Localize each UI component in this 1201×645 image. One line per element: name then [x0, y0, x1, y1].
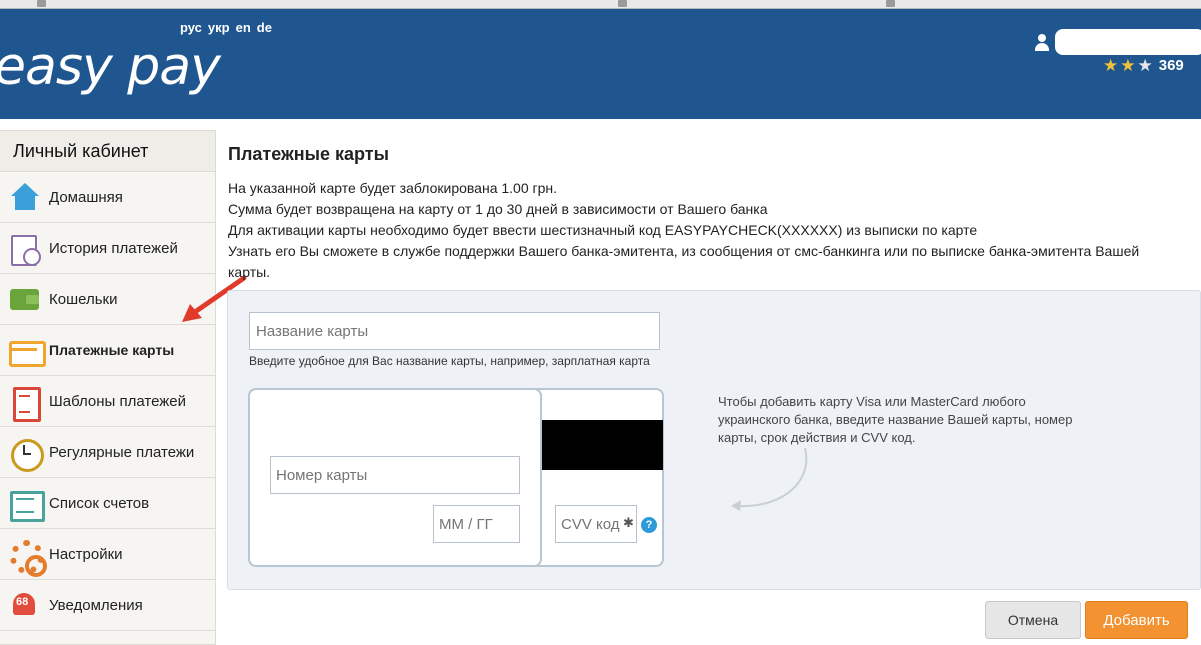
card-name-hint: Введите удобное для Вас название карты, …: [249, 354, 650, 368]
card-magnetic-stripe: [542, 420, 663, 470]
history-icon: [8, 232, 41, 266]
lang-de[interactable]: de: [257, 20, 272, 35]
templates-icon: [8, 385, 41, 422]
sidebar-item-label: Настройки: [49, 545, 123, 563]
lang-en[interactable]: en: [236, 20, 251, 35]
sidebar-item-label: Уведомления: [49, 596, 143, 614]
card-icon: [8, 334, 46, 367]
rating-value: 369: [1158, 57, 1184, 74]
easypay-logo[interactable]: easy pay: [0, 37, 221, 97]
settings-gears-icon: [8, 538, 47, 577]
page-title: Платежные карты: [228, 144, 389, 164]
cvv-asterisk-icon: ✱: [623, 515, 634, 530]
sidebar: Личный кабинет Домашняя История платежей…: [0, 130, 216, 645]
sidebar-item-accounts-list[interactable]: Список счетов: [0, 478, 215, 529]
notification-bell-icon: [8, 589, 41, 622]
sidebar-item-regular-payments[interactable]: Регулярные платежи: [0, 427, 215, 478]
sidebar-item-home[interactable]: Домашняя: [0, 172, 215, 223]
sidebar-item-label: Домашняя: [49, 188, 123, 206]
sidebar-item-templates[interactable]: Шаблоны платежей: [0, 376, 215, 427]
add-card-button[interactable]: Добавить: [1085, 601, 1188, 639]
cancel-button[interactable]: Отмена: [985, 601, 1081, 639]
help-icon[interactable]: ?: [641, 517, 657, 533]
sidebar-item-label: Список счетов: [49, 494, 150, 512]
logo-text: easy pay: [0, 37, 221, 97]
info-line: Для активации карты необходимо будет вве…: [228, 222, 978, 238]
language-switcher: рус укр en de: [180, 20, 272, 35]
site-header: easy pay рус укр en de ★ ★ ★ 369: [0, 9, 1201, 119]
card-name-input[interactable]: [249, 312, 660, 350]
alarm-clock-icon: [8, 436, 44, 472]
star-filled-icon: ★: [1103, 56, 1119, 75]
browser-tab-icon: [886, 0, 895, 7]
browser-tab-icon: [37, 0, 46, 7]
info-line: На указанной карте будет заблокирована 1…: [228, 180, 558, 196]
star-empty-icon: ★: [1137, 56, 1153, 75]
sidebar-item-label: Шаблоны платежей: [49, 392, 187, 410]
accounts-list-icon: [8, 487, 45, 522]
sidebar-item-settings[interactable]: Настройки: [0, 529, 215, 580]
user-icon: [1033, 33, 1051, 51]
lang-ru[interactable]: рус: [180, 20, 202, 35]
curved-arrow-icon: [731, 447, 808, 511]
sidebar-item-label: История платежей: [49, 239, 178, 257]
sidebar-item-label: Регулярные платежи: [49, 443, 195, 461]
star-filled-icon: ★: [1120, 56, 1136, 75]
add-card-hint: Чтобы добавить карту Visa или MasterCard…: [718, 394, 1073, 445]
sidebar-title: Личный кабинет: [0, 131, 215, 172]
info-line: Узнать его Вы сможете в службе поддержки…: [228, 243, 1140, 280]
sidebar-item-label: Кошельки: [49, 290, 118, 308]
wallet-icon: [8, 283, 41, 316]
user-rating: ★ ★ ★ 369: [1103, 57, 1184, 74]
sidebar-item-payment-history[interactable]: История платежей: [0, 223, 215, 274]
user-account[interactable]: [1033, 29, 1201, 55]
card-number-input[interactable]: [270, 456, 520, 494]
info-line: Сумма будет возвращена на карту от 1 до …: [228, 201, 768, 217]
card-info-text: На указанной карте будет заблокирована 1…: [228, 178, 1168, 283]
card-expiry-input[interactable]: [433, 505, 520, 543]
sidebar-item-payment-cards[interactable]: Платежные карты: [0, 325, 215, 376]
lang-uk[interactable]: укр: [208, 20, 230, 35]
sidebar-item-label: Платежные карты: [49, 342, 175, 358]
browser-toolbar-strip: [0, 0, 1201, 9]
sidebar-item-notifications[interactable]: Уведомления: [0, 580, 215, 631]
user-name-redacted: [1055, 29, 1201, 55]
browser-tab-icon: [618, 0, 627, 7]
home-icon: [8, 181, 41, 214]
